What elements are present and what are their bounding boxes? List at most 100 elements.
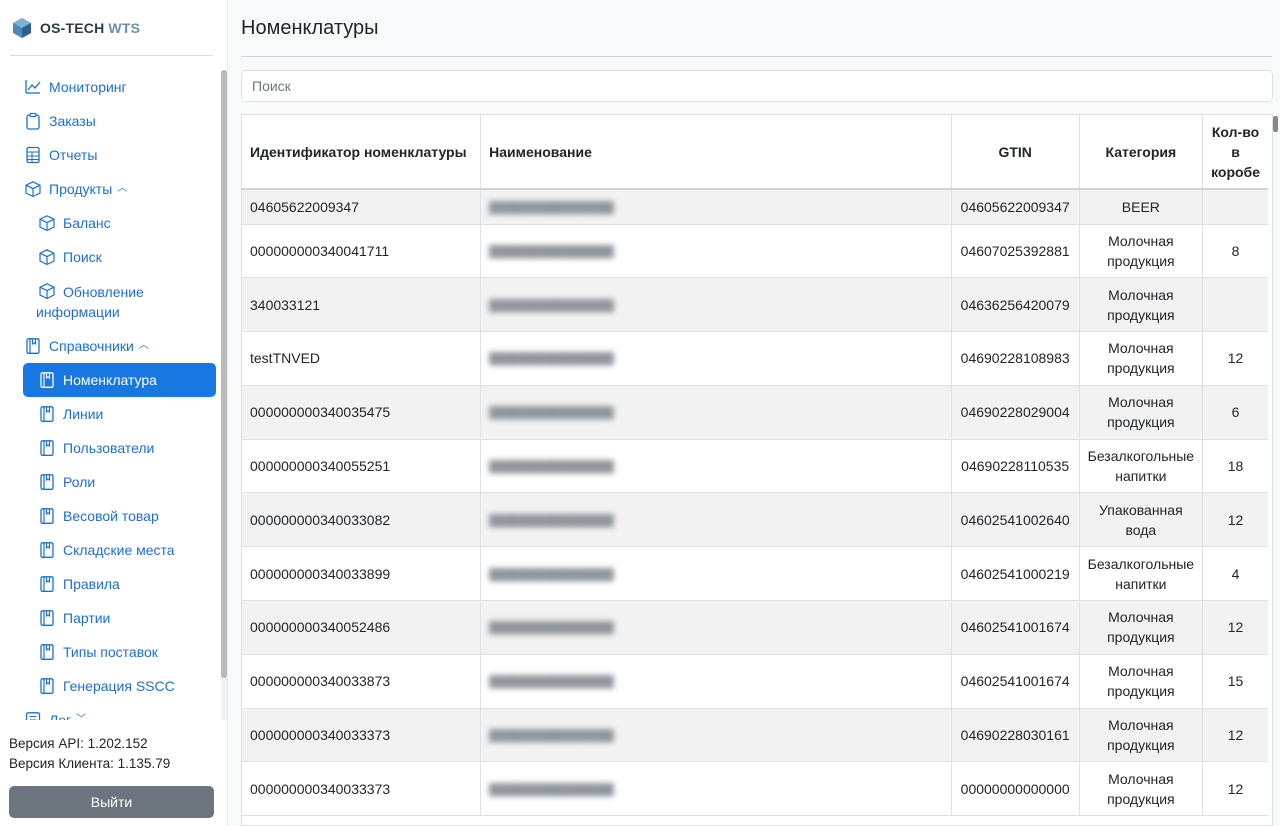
table-row[interactable]: 000000000340055251 ████████████████ 046902… xyxy=(242,439,1268,494)
sidebar-item-9[interactable]: Линии xyxy=(10,397,216,431)
sidebar-item-2[interactable]: Отчеты xyxy=(10,138,216,172)
sidebar-item-6[interactable]: Обновление информации xyxy=(10,274,216,329)
sidebar-item-label: Роли xyxy=(63,474,96,490)
logout-button[interactable]: Выйти xyxy=(9,786,214,818)
sidebar-item-11[interactable]: Роли xyxy=(10,465,216,499)
cell-gtin: 04602541000219 xyxy=(951,546,1080,602)
table-scrollbar-thumb[interactable] xyxy=(1273,116,1278,132)
sidebar-item-5[interactable]: Поиск xyxy=(10,240,216,274)
sidebar-item-label: Номенклатура xyxy=(63,372,157,388)
cell-gtin: 04690228030161 xyxy=(951,708,1080,763)
version-info: Версия API: 1.202.152 Версия Клиента: 1.… xyxy=(9,734,170,773)
header-category[interactable]: Категория xyxy=(1079,115,1204,190)
cell-id: 000000000340041711 xyxy=(242,224,482,279)
sidebar-item-16[interactable]: Типы поставок xyxy=(10,635,216,669)
search-input[interactable] xyxy=(241,70,1273,102)
table-row[interactable]: 000000000340033373 ████████████████ 046902… xyxy=(242,708,1268,763)
cell-gtin: 04602541001674 xyxy=(951,654,1080,709)
table-row[interactable]: testTNVED ████████████████ 04690228108983 М… xyxy=(242,331,1268,386)
book-icon xyxy=(38,371,56,389)
sidebar-item-4[interactable]: Баланс xyxy=(10,206,216,240)
redacted-name: ████████████████ xyxy=(489,245,614,258)
table-header-row: Идентификатор номенклатуры Наименование … xyxy=(242,115,1268,190)
sidebar-item-label: Мониторинг xyxy=(49,79,127,95)
sidebar-item-label: Продукты xyxy=(49,181,113,197)
redacted-name: ████████████████ xyxy=(489,407,614,420)
sidebar-item-13[interactable]: Складские места xyxy=(10,533,216,567)
cell-box-qty xyxy=(1202,277,1268,333)
cell-gtin: 04602541002640 xyxy=(951,492,1080,548)
box-icon xyxy=(38,248,56,266)
book-icon xyxy=(38,575,56,593)
cell-name: ████████████████ xyxy=(480,224,952,279)
cell-gtin: 00000000000000 xyxy=(951,761,1080,817)
table-row[interactable]: 04605622009347 ████████████████ 0460562200… xyxy=(242,189,1268,225)
cell-category: Безалкогольные напитки xyxy=(1079,439,1204,494)
cell-category: BEER xyxy=(1079,189,1204,225)
sidebar-menu: Мониторинг Заказы Отчеты Продукты ︿ Баланс Пои… xyxy=(10,70,216,720)
chevron-up-icon: ︿ xyxy=(117,183,128,194)
sidebar-item-label: Правила xyxy=(63,576,120,592)
cell-name: ████████████████ xyxy=(480,439,952,494)
redacted-name: ████████████████ xyxy=(489,622,614,635)
cell-id: testTNVED xyxy=(242,331,482,386)
cell-gtin: 04636256420079 xyxy=(951,277,1080,333)
sidebar-item-label: Линии xyxy=(63,406,104,422)
redacted-name: ████████████████ xyxy=(489,353,614,366)
sidebar-item-12[interactable]: Весовой товар xyxy=(10,499,216,533)
sidebar-item-17[interactable]: Генерация SSCC xyxy=(10,669,216,703)
book-icon xyxy=(38,405,56,423)
cell-category: Молочная продукция xyxy=(1079,385,1204,440)
sidebar-scrollbar-thumb[interactable] xyxy=(221,70,227,678)
cell-gtin: 04602541001674 xyxy=(951,600,1080,655)
cell-id: 04605622009347 xyxy=(242,189,482,225)
book-icon xyxy=(38,541,56,559)
redacted-name: ████████████████ xyxy=(489,783,614,796)
header-box-qty[interactable]: Кол-во в коробе xyxy=(1202,115,1268,190)
table-row[interactable]: 000000000340033082 ████████████████ 046025… xyxy=(242,492,1268,548)
sidebar-item-8[interactable]: Номенклатура xyxy=(23,363,216,397)
cell-box-qty: 6 xyxy=(1202,385,1268,440)
sidebar-item-label: Типы поставок xyxy=(63,644,158,660)
table-row[interactable]: 000000000340041711 ████████████████ 046070… xyxy=(242,224,1268,279)
table-row[interactable]: 000000000340035475 ████████████████ 046902… xyxy=(242,385,1268,440)
sidebar-item-18[interactable]: Лог ﹀ xyxy=(10,703,216,720)
table-row[interactable]: 000000000340033899 ████████████████ 046025… xyxy=(242,546,1268,602)
cell-box-qty: 15 xyxy=(1202,654,1268,709)
cell-name: ████████████████ xyxy=(480,654,952,709)
table-row[interactable]: 000000000340052486 ████████████████ 046025… xyxy=(242,600,1268,655)
api-version: Версия API: 1.202.152 xyxy=(9,736,148,751)
redacted-name: ████████████████ xyxy=(489,730,614,743)
sidebar-item-14[interactable]: Правила xyxy=(10,567,216,601)
cell-box-qty xyxy=(1202,189,1268,225)
sidebar-item-3[interactable]: Продукты ︿ xyxy=(10,172,216,206)
cell-name: ████████████████ xyxy=(480,331,952,386)
cell-category: Молочная продукция xyxy=(1079,761,1204,817)
sidebar-item-0[interactable]: Мониторинг xyxy=(10,70,216,104)
table-row[interactable]: 000000000340033873 ████████████████ 046025… xyxy=(242,654,1268,709)
cell-id: 000000000340033373 xyxy=(242,708,482,763)
list-icon xyxy=(24,711,42,720)
header-gtin[interactable]: GTIN xyxy=(951,115,1080,190)
cell-gtin: 04690228110535 xyxy=(951,439,1080,494)
sidebar-item-15[interactable]: Партии xyxy=(10,601,216,635)
cell-name: ████████████████ xyxy=(480,277,952,333)
sidebar-item-10[interactable]: Пользователи xyxy=(10,431,216,465)
header-id[interactable]: Идентификатор номенклатуры xyxy=(242,115,482,190)
header-name[interactable]: Наименование xyxy=(480,115,952,190)
box-icon xyxy=(24,180,42,198)
sidebar-item-label: Отчеты xyxy=(49,147,98,163)
cell-box-qty: 12 xyxy=(1202,492,1268,548)
redacted-name: ████████████████ xyxy=(489,201,614,214)
logo[interactable]: OS-TECH WTS xyxy=(10,0,213,56)
sidebar-item-1[interactable]: Заказы xyxy=(10,104,216,138)
cell-name: ████████████████ xyxy=(480,546,952,602)
table-row[interactable]: 340033121 ████████████████ 04636256420079 М… xyxy=(242,277,1268,333)
table-row[interactable]: 000000000340033373 ████████████████ 000000… xyxy=(242,761,1268,817)
cell-name: ████████████████ xyxy=(480,492,952,548)
book-icon xyxy=(38,473,56,491)
cell-box-qty: 18 xyxy=(1202,439,1268,494)
clipboard-icon xyxy=(24,112,42,130)
cell-id: 000000000340033899 xyxy=(242,546,482,602)
sidebar-item-7[interactable]: Справочники ︿ xyxy=(10,329,216,363)
